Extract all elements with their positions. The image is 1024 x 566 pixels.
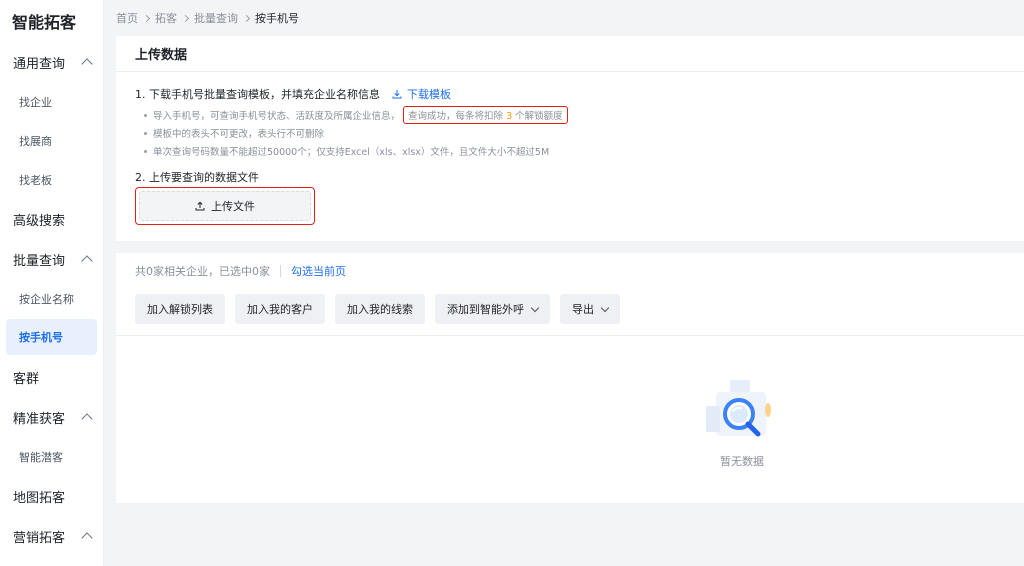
chevron-up-icon — [81, 413, 93, 425]
select-current-page-link[interactable]: 勾选当前页 — [291, 263, 346, 279]
nav-group-label: 高级搜索 — [13, 213, 66, 229]
sidebar: 智能拓客 通用查询 找企业 找展商 找老板 高级搜索 批量查询 按企业名称 按手… — [0, 0, 104, 566]
download-icon — [392, 90, 402, 99]
instruction-item: 导入手机号，可查询手机号状态、活跃度及所属企业信息， 查询成功，每条将扣除 3 … — [144, 106, 568, 124]
card-title: 上传数据 — [116, 36, 1024, 72]
download-template-label: 下载模板 — [407, 88, 451, 101]
nav-group-map-acquisition[interactable]: 地图拓客 — [0, 476, 103, 516]
result-card: 共0家相关企业，已选中0家 勾选当前页 加入解锁列表 加入我的客户 加入我的线索… — [116, 253, 1024, 503]
sidebar-item-find-company[interactable]: 找企业 — [0, 82, 103, 121]
breadcrumb-current: 按手机号 — [255, 12, 299, 25]
chevron-down-icon — [530, 303, 540, 312]
nav-group-marketing-acquisition[interactable]: 营销拓客 — [0, 516, 103, 556]
breadcrumb-batch-query[interactable]: 批量查询 — [194, 10, 238, 26]
nav-group-label: 通用查询 — [13, 56, 66, 72]
chevron-up-icon — [81, 532, 93, 544]
sidebar-item-smart-leads[interactable]: 智能潜客 — [0, 437, 103, 476]
nav-group-advanced-search[interactable]: 高级搜索 — [0, 199, 103, 239]
action-toolbar: 加入解锁列表 加入我的客户 加入我的线索 添加到智能外呼 导出 — [135, 294, 630, 324]
chevron-right-icon — [242, 14, 251, 22]
upload-card: 上传数据 1. 下载手机号批量查询模板，并填充企业名称信息 下载模板 导入手机号… — [116, 36, 1024, 241]
sidebar-item-find-boss[interactable]: 找老板 — [0, 160, 103, 199]
empty-search-illustration-icon — [706, 380, 771, 437]
chevron-up-icon — [81, 58, 93, 70]
chevron-down-icon — [600, 303, 610, 312]
add-smart-call-dropdown[interactable]: 添加到智能外呼 — [435, 294, 550, 324]
add-my-leads-button[interactable]: 加入我的线索 — [335, 294, 425, 324]
nav-group-customer-group[interactable]: 客群 — [0, 357, 103, 397]
upload-file-button[interactable]: 上传文件 — [139, 191, 311, 221]
instruction-text: 模板中的表头不可更改，表头行不可删除 — [153, 129, 325, 140]
instruction-text: 单次查询号码数量不能超过50000个；仅支持Excel（xls、xlsx）文件，… — [153, 147, 550, 158]
nav-group-label: 批量查询 — [13, 253, 66, 269]
chevron-up-icon — [81, 255, 93, 267]
upload-file-label: 上传文件 — [211, 200, 255, 213]
chevron-right-icon — [181, 14, 190, 22]
step-2-text: 2. 上传要查询的数据文件 — [135, 171, 259, 184]
quota-deduction-notice: 查询成功，每条将扣除 3 个解锁额度 — [403, 106, 568, 124]
add-smart-call-label: 添加到智能外呼 — [447, 303, 524, 316]
nav-group-batch-query[interactable]: 批量查询 — [0, 239, 103, 279]
quota-text-post: 个解锁额度 — [515, 111, 563, 122]
empty-state: 暂无数据 — [702, 380, 782, 469]
add-unlock-list-button[interactable]: 加入解锁列表 — [135, 294, 225, 324]
upload-button-highlight: 上传文件 — [135, 187, 315, 225]
sidebar-item-by-company-name[interactable]: 按企业名称 — [0, 279, 103, 318]
add-my-customers-button[interactable]: 加入我的客户 — [235, 294, 325, 324]
export-label: 导出 — [572, 303, 594, 316]
nav-group-general-query[interactable]: 通用查询 — [0, 42, 103, 82]
step-1: 1. 下载手机号批量查询模板，并填充企业名称信息 下载模板 — [135, 86, 451, 102]
breadcrumb: 首页 拓客 批量查询 按手机号 — [116, 10, 299, 26]
breadcrumb-acquisition[interactable]: 拓客 — [155, 10, 177, 26]
brand-title: 智能拓客 — [12, 13, 77, 32]
quota-number: 3 — [506, 111, 513, 122]
table-divider — [116, 335, 1024, 336]
nav-group-label: 地图拓客 — [13, 490, 66, 506]
sidebar-item-by-phone[interactable]: 按手机号 — [6, 319, 97, 355]
result-summary: 共0家相关企业，已选中0家 勾选当前页 — [135, 263, 346, 279]
nav-group-label: 客群 — [13, 371, 40, 387]
download-template-link[interactable]: 下载模板 — [392, 86, 451, 102]
instruction-item: 单次查询号码数量不能超过50000个；仅支持Excel（xls、xlsx）文件，… — [144, 142, 568, 160]
breadcrumb-home[interactable]: 首页 — [116, 10, 138, 26]
quota-text-pre: 查询成功，每条将扣除 — [408, 111, 504, 122]
instruction-item: 模板中的表头不可更改，表头行不可删除 — [144, 124, 568, 142]
upload-instructions: 导入手机号，可查询手机号状态、活跃度及所属企业信息， 查询成功，每条将扣除 3 … — [144, 106, 568, 160]
nav-group-label: 精准获客 — [13, 411, 66, 427]
nav-group-precise-acquisition[interactable]: 精准获客 — [0, 397, 103, 437]
step-1-text: 1. 下载手机号批量查询模板，并填充企业名称信息 — [135, 88, 380, 101]
upload-icon — [195, 201, 205, 211]
nav-group-label: 营销拓客 — [13, 530, 66, 546]
empty-state-text: 暂无数据 — [720, 455, 764, 468]
divider — [280, 265, 281, 277]
sidebar-item-find-exhibitor[interactable]: 找展商 — [0, 121, 103, 160]
export-dropdown[interactable]: 导出 — [560, 294, 620, 324]
chevron-right-icon — [142, 14, 151, 22]
instruction-text: 导入手机号，可查询手机号状态、活跃度及所属企业信息， — [153, 111, 401, 122]
summary-text: 共0家相关企业，已选中0家 — [135, 265, 270, 278]
